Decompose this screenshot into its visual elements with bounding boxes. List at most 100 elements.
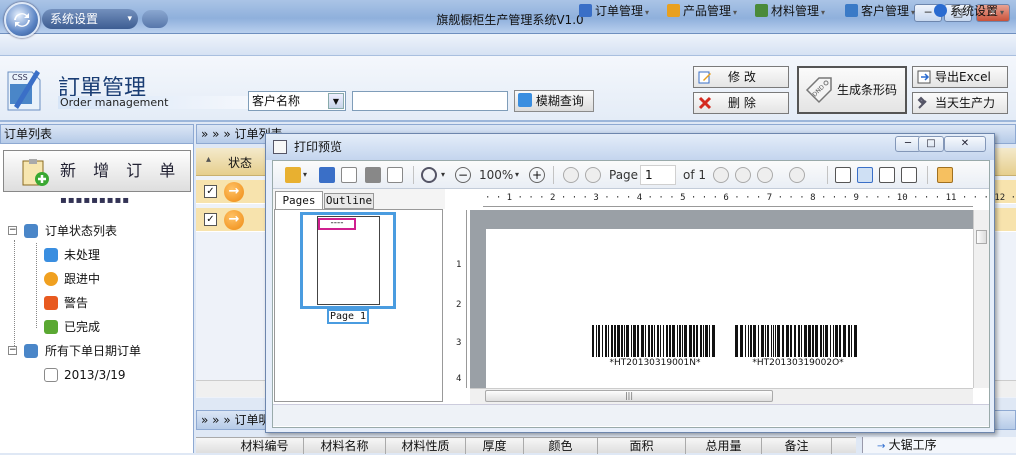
new-order-button[interactable]: 新 增 订 单 bbox=[3, 150, 191, 192]
edit-button[interactable]: 修 改 bbox=[693, 66, 789, 88]
column-header[interactable]: 面积 bbox=[598, 438, 686, 454]
procedure-item[interactable]: → 大锯工序 bbox=[862, 437, 1016, 453]
single-page-icon[interactable] bbox=[835, 167, 851, 183]
column-header[interactable]: 材料名称 bbox=[304, 438, 386, 454]
tab-outline[interactable]: Outline bbox=[324, 193, 374, 209]
preview-toolbar: ▾ ▾ − 100% ▾ + Page of 1 bbox=[273, 161, 989, 189]
detail-column-headers: 材料编号 材料名称 材料性质 厚度 颜色 面积 总用量 备注 bbox=[196, 437, 856, 454]
system-settings-label: 系统设置 bbox=[50, 12, 99, 26]
page-width-icon[interactable] bbox=[857, 167, 873, 183]
first-page-icon[interactable] bbox=[563, 167, 579, 183]
menu-customer[interactable]: 客户管理 ▾ bbox=[845, 3, 915, 20]
last-page-icon[interactable] bbox=[735, 167, 751, 183]
open-icon[interactable] bbox=[285, 167, 301, 183]
next-page-icon[interactable] bbox=[713, 167, 729, 183]
status-column-header[interactable]: 状态 bbox=[228, 154, 252, 171]
horizontal-ruler: · · 1 · · · 2 · · · 3 · · · 4 · · · 5 · … bbox=[483, 191, 1016, 207]
chevron-down-icon[interactable]: ▾ bbox=[515, 167, 519, 183]
page-label: Page bbox=[609, 168, 639, 182]
thumbnail-label: Page 1 bbox=[327, 309, 369, 324]
chevron-down-icon[interactable]: ▾ bbox=[303, 167, 307, 183]
zoom-icon[interactable] bbox=[421, 167, 437, 183]
barcode-2 bbox=[735, 325, 857, 357]
zoom-level[interactable]: 100% bbox=[479, 167, 513, 183]
generate-barcode-button[interactable]: DND 生成条形码 bbox=[797, 66, 907, 114]
prev-page-icon[interactable] bbox=[585, 167, 601, 183]
vertical-ruler: 1 2 3 4 bbox=[453, 210, 467, 388]
arrow-icon: → bbox=[224, 182, 244, 202]
column-header[interactable]: 材料编号 bbox=[226, 438, 304, 454]
page-subtitle: Order management bbox=[58, 96, 248, 109]
today-capacity-button[interactable]: 当天生产力 bbox=[912, 92, 1008, 114]
app-logo-icon[interactable] bbox=[4, 2, 40, 38]
tree-node-status-list[interactable]: − 订单状态列表 bbox=[8, 222, 188, 240]
zoom-out-icon[interactable]: − bbox=[455, 167, 471, 183]
column-header[interactable]: 颜色 bbox=[524, 438, 598, 454]
two-pages-icon[interactable] bbox=[879, 167, 895, 183]
menu-settings[interactable]: 系统设置 ▾ bbox=[934, 3, 1004, 20]
chevron-down-icon[interactable]: ▼ bbox=[328, 93, 344, 109]
tree-node-warning[interactable]: 警告 bbox=[44, 294, 184, 312]
menu-order[interactable]: 订单管理 ▾ bbox=[579, 3, 649, 20]
dialog-maximize-button[interactable]: □ bbox=[918, 136, 944, 152]
dialog-close-button[interactable]: ✕ bbox=[944, 136, 986, 152]
tree-line bbox=[14, 240, 15, 352]
back-icon[interactable] bbox=[757, 167, 773, 183]
chevron-down-icon[interactable]: ▾ bbox=[441, 167, 445, 183]
calendar-icon bbox=[44, 368, 58, 382]
delete-icon bbox=[698, 96, 712, 110]
tree-node-date[interactable]: 2013/3/19 bbox=[44, 366, 184, 384]
hand-icon[interactable] bbox=[937, 167, 953, 183]
zoom-in-icon[interactable]: + bbox=[529, 167, 545, 183]
forward-icon[interactable] bbox=[789, 167, 805, 183]
arrow-icon bbox=[44, 272, 58, 286]
product-icon bbox=[667, 4, 680, 17]
quick-access-button[interactable] bbox=[142, 10, 168, 28]
tree-node-all-dates[interactable]: − 所有下单日期订单 bbox=[8, 342, 188, 360]
system-settings-dropdown[interactable]: 系统设置 ▾ bbox=[42, 9, 138, 29]
column-header[interactable]: 材料性质 bbox=[386, 438, 466, 454]
order-list-panel-header: 订单列表 bbox=[0, 124, 194, 144]
tree-node-done[interactable]: 已完成 bbox=[44, 318, 184, 336]
tools-icon bbox=[917, 96, 927, 109]
row-checkbox[interactable]: ✓ bbox=[204, 185, 217, 198]
column-header[interactable]: 备注 bbox=[762, 438, 832, 454]
customer-icon bbox=[845, 4, 858, 17]
barcode-2-text: *HT20130319002O* bbox=[752, 358, 844, 368]
css-document-icon: CSS bbox=[6, 66, 42, 112]
svg-text:CSS: CSS bbox=[12, 73, 28, 82]
new-page-icon[interactable] bbox=[341, 167, 357, 183]
fuzzy-search-button[interactable]: 模糊查询 bbox=[514, 90, 594, 112]
order-icon bbox=[579, 4, 592, 17]
warning-icon bbox=[44, 296, 58, 310]
page-number-input[interactable]: 1 bbox=[640, 165, 676, 185]
tree-node-pending[interactable]: 未处理 bbox=[44, 246, 184, 264]
customer-field-select[interactable]: 客户名称 ▼ bbox=[248, 91, 346, 111]
menu-product[interactable]: 产品管理 ▾ bbox=[667, 3, 737, 20]
edit-icon bbox=[698, 71, 711, 84]
save-icon[interactable] bbox=[319, 167, 335, 183]
export-excel-button[interactable]: 导出Excel bbox=[912, 66, 1008, 88]
preview-page bbox=[486, 229, 976, 389]
page-setup-icon[interactable] bbox=[387, 167, 403, 183]
list-icon bbox=[24, 224, 38, 238]
menu-material[interactable]: 材料管理 ▾ bbox=[755, 3, 825, 20]
customer-field-value: 客户名称 bbox=[252, 94, 301, 108]
tag-icon: DND bbox=[805, 77, 832, 104]
thumbnail-content-marker: ---- bbox=[318, 218, 356, 230]
preview-vertical-scrollbar[interactable] bbox=[973, 210, 989, 388]
row-checkbox[interactable]: ✓ bbox=[204, 213, 217, 226]
scrollbar-thumb[interactable]: ||| bbox=[485, 390, 773, 402]
customer-search-input[interactable] bbox=[352, 91, 508, 111]
tab-pages[interactable]: Pages bbox=[275, 191, 323, 210]
multi-page-icon[interactable] bbox=[901, 167, 917, 183]
barcode-1 bbox=[592, 325, 715, 357]
delete-button[interactable]: 删 除 bbox=[693, 92, 789, 114]
column-header[interactable]: 总用量 bbox=[686, 438, 762, 454]
tree-node-following[interactable]: 跟进中 bbox=[44, 270, 184, 288]
tree-line bbox=[36, 243, 37, 328]
print-icon[interactable] bbox=[365, 167, 381, 183]
pending-icon bbox=[44, 248, 58, 262]
column-header[interactable]: 厚度 bbox=[466, 438, 524, 454]
barcode-1-text: *HT20130319001N* bbox=[609, 358, 701, 368]
